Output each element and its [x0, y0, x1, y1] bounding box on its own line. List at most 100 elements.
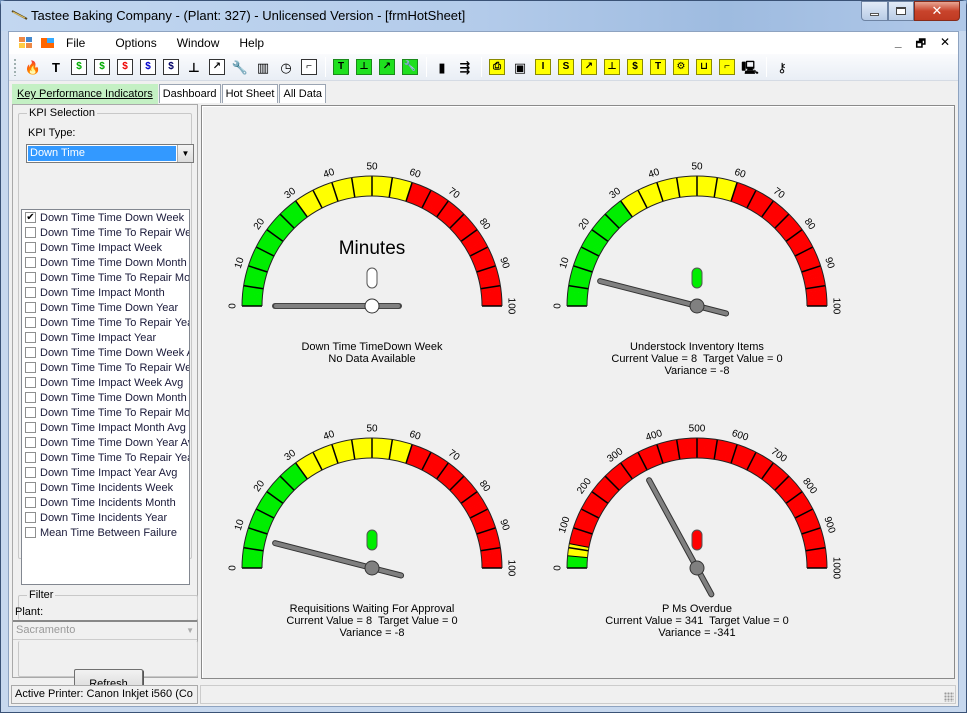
tab-dashboard[interactable]: Dashboard: [158, 84, 221, 103]
resize-grip[interactable]: [944, 692, 954, 702]
toolbar-button-panel[interactable]: ▥: [253, 57, 273, 77]
kpi-checkbox[interactable]: [25, 527, 36, 538]
plant-select[interactable]: Sacramento ▼: [13, 620, 197, 640]
toolbar-grip[interactable]: [13, 58, 17, 76]
toolbar-button-dollar-doc-blue[interactable]: $: [138, 57, 158, 77]
toolbar-button-stairs-yellow[interactable]: ⌐: [717, 57, 737, 77]
kpi-list-item[interactable]: Down Time Time To Repair Year Avg: [22, 450, 189, 465]
toolbar-button-bolt[interactable]: T: [46, 57, 66, 77]
tab-all-data[interactable]: All Data: [279, 84, 327, 103]
menu-window[interactable]: Window: [167, 33, 230, 53]
kpi-list-item[interactable]: Down Time Impact Year Avg: [22, 465, 189, 480]
menu-help[interactable]: Help: [229, 33, 274, 53]
kpi-checkbox[interactable]: [25, 482, 36, 493]
kpi-list-item[interactable]: Down Time Time To Repair Week: [22, 225, 189, 240]
tab-hot-sheet[interactable]: Hot Sheet: [221, 84, 279, 103]
toolbar-button-bar-chart[interactable]: ▮: [432, 57, 452, 77]
mdi-child-icon[interactable]: [18, 36, 34, 50]
kpi-checkbox[interactable]: [25, 392, 36, 403]
mdi-window-icon[interactable]: [40, 36, 56, 50]
kpi-list-item[interactable]: Down Time Time Down Week Avg: [22, 345, 189, 360]
chevron-down-icon[interactable]: ▼: [186, 622, 194, 639]
kpi-list-item[interactable]: Down Time Time Down Year: [22, 300, 189, 315]
toolbar-button-lamp[interactable]: ⊥: [184, 57, 204, 77]
toolbar-button-signal-s[interactable]: S: [556, 57, 576, 77]
kpi-list-item[interactable]: Down Time Impact Month: [22, 285, 189, 300]
toolbar-button-signal-i[interactable]: I: [533, 57, 553, 77]
kpi-list-item[interactable]: Mean Time Between Failure: [22, 525, 189, 540]
toolbar-button-dollar-doc-green-2[interactable]: $: [92, 57, 112, 77]
kpi-list-item[interactable]: Down Time Impact Year: [22, 330, 189, 345]
maximize-button[interactable]: [888, 1, 914, 21]
toolbar-button-flow[interactable]: ⇶: [455, 57, 475, 77]
kpi-checkbox[interactable]: [25, 272, 36, 283]
toolbar-button-gears-yellow[interactable]: ⚙: [671, 57, 691, 77]
toolbar-button-dollar-doc-navy[interactable]: $: [161, 57, 181, 77]
toolbar-button-fire[interactable]: 🔥: [23, 57, 43, 77]
toolbar-button-hammer-green[interactable]: ↗: [377, 57, 397, 77]
toolbar-button-stairs[interactable]: ⌐: [299, 57, 319, 77]
chevron-down-icon[interactable]: ▼: [177, 145, 193, 162]
kpi-checkbox[interactable]: [25, 287, 36, 298]
toolbar-button-lamp-yellow[interactable]: ⊥: [602, 57, 622, 77]
kpi-list-item[interactable]: Down Time Time To Repair Week Avg: [22, 360, 189, 375]
toolbar-button-hammer[interactable]: ↗: [207, 57, 227, 77]
kpi-list-item[interactable]: Down Time Impact Week: [22, 240, 189, 255]
minimize-button[interactable]: [861, 1, 888, 21]
kpi-checkbox[interactable]: ✔: [25, 212, 36, 223]
kpi-checkbox[interactable]: [25, 332, 36, 343]
kpi-checkbox[interactable]: [25, 227, 36, 238]
toolbar-button-wrench[interactable]: 🔧: [230, 57, 250, 77]
tab-key-performance-indicators[interactable]: Key Performance Indicators: [12, 84, 158, 104]
kpi-list-item[interactable]: Down Time Incidents Month: [22, 495, 189, 510]
kpi-checkbox[interactable]: [25, 257, 36, 268]
toolbar-button-lamp-green[interactable]: ⊥: [354, 57, 374, 77]
mdi-minimize-button[interactable]: _: [895, 35, 902, 54]
kpi-checkbox[interactable]: [25, 302, 36, 313]
kpi-list-item[interactable]: Down Time Time Down Month: [22, 255, 189, 270]
toolbar-button-printer[interactable]: ⎙: [487, 57, 507, 77]
kpi-type-select[interactable]: Down Time ▼: [26, 144, 194, 163]
kpi-checkbox[interactable]: [25, 347, 36, 358]
close-button[interactable]: ✕: [914, 1, 960, 21]
kpi-list-item[interactable]: Down Time Incidents Week: [22, 480, 189, 495]
kpi-list-item[interactable]: Down Time Impact Month Avg: [22, 420, 189, 435]
toolbar-button-computer[interactable]: 🖳: [740, 57, 760, 77]
kpi-checkbox[interactable]: [25, 317, 36, 328]
toolbar-button-monitor[interactable]: ▣: [510, 57, 530, 77]
mdi-close-button[interactable]: ✕: [940, 35, 950, 54]
kpi-checklist[interactable]: ✔ Down Time Time Down Week Down Time Time …: [21, 209, 190, 585]
kpi-checkbox[interactable]: [25, 242, 36, 253]
gauge-tick-label: 0: [228, 303, 239, 309]
menu-options[interactable]: Options: [105, 33, 166, 53]
kpi-checkbox[interactable]: [25, 467, 36, 478]
kpi-checkbox[interactable]: [25, 362, 36, 373]
toolbar-button-hammer-yellow[interactable]: ↗: [579, 57, 599, 77]
toolbar-button-dollar-doc-green[interactable]: $: [69, 57, 89, 77]
kpi-list-item[interactable]: Down Time Time Down Month Avg: [22, 390, 189, 405]
toolbar-button-bolt-green[interactable]: T: [331, 57, 351, 77]
toolbar-button-dollar-doc-red[interactable]: $: [115, 57, 135, 77]
kpi-checkbox[interactable]: [25, 497, 36, 508]
kpi-list-item[interactable]: Down Time Time To Repair Month Avg: [22, 405, 189, 420]
kpi-list-item[interactable]: ✔ Down Time Time Down Week: [22, 210, 189, 225]
kpi-checkbox[interactable]: [25, 377, 36, 388]
kpi-checkbox[interactable]: [25, 452, 36, 463]
toolbar-button-bolt-yellow[interactable]: T: [648, 57, 668, 77]
toolbar-button-factory-yellow[interactable]: ⊔: [694, 57, 714, 77]
kpi-checkbox[interactable]: [25, 512, 36, 523]
menu-file[interactable]: File: [56, 33, 95, 53]
kpi-list-item[interactable]: Down Time Time To Repair Month: [22, 270, 189, 285]
kpi-checkbox[interactable]: [25, 407, 36, 418]
kpi-list-item[interactable]: Down Time Impact Week Avg: [22, 375, 189, 390]
kpi-list-item[interactable]: Down Time Incidents Year: [22, 510, 189, 525]
toolbar-button-dollar-yellow[interactable]: $: [625, 57, 645, 77]
mdi-restore-button[interactable]: 🗗: [916, 35, 926, 54]
kpi-list-item[interactable]: Down Time Time Down Year Avg: [22, 435, 189, 450]
kpi-checkbox[interactable]: [25, 437, 36, 448]
toolbar-button-clock[interactable]: ◷: [276, 57, 296, 77]
kpi-checkbox[interactable]: [25, 422, 36, 433]
toolbar-button-key[interactable]: ⚷: [772, 57, 792, 77]
kpi-list-item[interactable]: Down Time Time To Repair Year: [22, 315, 189, 330]
toolbar-button-wrench-green[interactable]: 🔧: [400, 57, 420, 77]
